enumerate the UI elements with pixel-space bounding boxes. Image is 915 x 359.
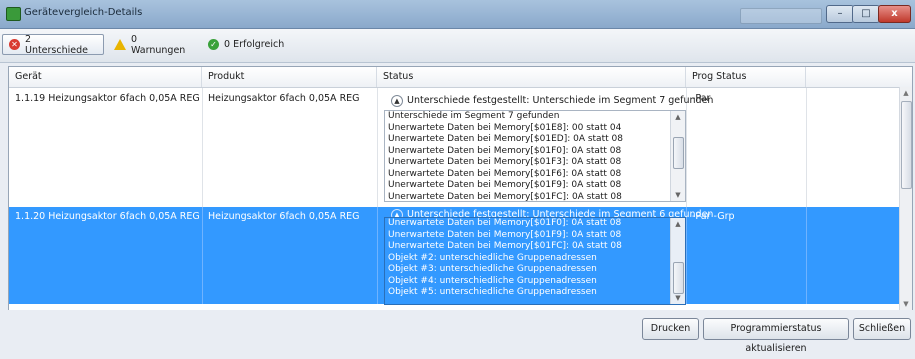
scroll-down-icon[interactable]: ▼ [900,300,912,308]
detail-line: Unerwartete Daten bei Memory[$01FC]: 0A … [388,191,622,202]
app-icon [6,7,21,21]
prog-status-cell: -Par -Grp [692,211,735,222]
filter-toolbar: ✕ 2 Unterschiede 0 Warnungen ✓ 0 Erfolgr… [0,29,915,63]
scroll-down-icon[interactable]: ▼ [671,294,685,302]
detail-line: Unerwartete Daten bei Memory[$01F9]: 0A … [388,180,622,190]
details-scrollbar[interactable]: ▲ ▼ [670,111,685,201]
scrollbar-thumb[interactable] [901,101,912,189]
background-window-tab [740,8,822,24]
table-row[interactable]: 1.1.19 Heizungsaktor 6fach 0,05A REG Hei… [9,88,900,208]
error-icon: ✕ [9,39,20,50]
print-button[interactable]: Drucken [642,318,699,340]
status-details-list[interactable]: Unterschiede im Segment 7 gefunden Unerw… [384,110,686,202]
detail-line: Unerwartete Daten bei Memory[$01ED]: 0A … [388,134,623,144]
filter-warnings-label: 0 Warnungen [131,33,186,56]
filter-differences-button[interactable]: ✕ 2 Unterschiede [2,33,104,56]
status-details-list[interactable]: Unerwartete Daten bei Memory[$01F0]: 0A … [384,217,686,305]
scroll-up-icon[interactable]: ▲ [900,89,912,97]
title-bar: Gerätevergleich-Details – □ x [0,0,915,29]
scrollbar-thumb[interactable] [673,137,684,169]
column-header-produkt[interactable]: Produkt [202,67,377,87]
scrollbar-thumb[interactable] [673,262,684,294]
status-text: Unterschiede festgestellt: Unterschiede … [407,95,714,106]
success-icon: ✓ [208,39,219,50]
device-cell: 1.1.20 Heizungsaktor 6fach 0,05A REG [15,211,200,222]
detail-line: Unerwartete Daten bei Memory[$01F9]: 0A … [388,229,622,240]
close-window-button[interactable]: x [878,5,911,23]
minimize-button[interactable]: – [826,5,854,23]
comparison-table: Gerät Produkt Status Prog Status Untersc… [8,66,913,311]
filter-success-button[interactable]: ✓ 0 Erfolgreich [202,34,292,55]
detail-line: Unerwartete Daten bei Memory[$01FC]: 0A … [388,241,622,251]
details-scrollbar[interactable]: ▲ ▼ [670,218,685,304]
button-bar: Drucken Programmierstatus aktualisieren … [0,310,915,354]
maximize-icon: □ [861,8,871,19]
filter-success-label: 0 Erfolgreich [224,39,285,50]
warning-icon [114,39,126,50]
table-scrollbar[interactable]: ▲ ▼ [899,87,912,310]
maximize-button[interactable]: □ [852,5,880,23]
detail-line: Unerwartete Daten bei Memory[$01F0]: 0A … [388,145,622,156]
detail-line: Objekt #2: unterschiedliche Gruppenadres… [388,252,597,263]
update-programming-status-button[interactable]: Programmierstatus aktualisieren [703,318,849,354]
table-header: Gerät Produkt Status Prog Status Untersc… [9,67,912,102]
scroll-up-icon[interactable]: ▲ [671,220,685,228]
detail-line: Objekt #5: unterschiedliche Gruppenadres… [388,287,597,297]
product-cell: Heizungsaktor 6fach 0,05A REG [208,211,360,222]
column-header-status[interactable]: Status [377,67,686,87]
collapse-chevron-icon[interactable]: ▲ [391,94,403,107]
detail-line: Unerwartete Daten bei Memory[$01F6]: 0A … [388,168,622,179]
scroll-up-icon[interactable]: ▲ [671,113,685,121]
table-row-selected[interactable]: 1.1.20 Heizungsaktor 6fach 0,05A REG Hei… [9,207,900,305]
scroll-down-icon[interactable]: ▼ [671,191,685,199]
detail-line: Unterschiede im Segment 7 gefunden [388,111,560,121]
detail-line: Unerwartete Daten bei Memory[$01F3]: 0A … [388,157,622,167]
close-icon: x [891,8,898,19]
detail-line: Objekt #4: unterschiedliche Gruppenadres… [388,275,597,286]
filter-differences-label: 2 Unterschiede [24,33,88,56]
column-header-prog-status[interactable]: Prog Status Unterschied [686,67,806,102]
status-cell: ▲ Unterschiede festgestellt: Unterschiede… [391,94,713,108]
column-header-geraet[interactable]: Gerät [9,67,202,87]
detail-line: Objekt #3: unterschiedliche Gruppenadres… [388,264,597,274]
prog-status-cell: -Par [692,93,711,104]
detail-line: Unerwartete Daten bei Memory[$01E8]: 00 … [388,122,622,133]
window-title: Gerätevergleich-Details [24,7,143,18]
detail-line: Unerwartete Daten bei Memory[$01F0]: 0A … [388,218,622,228]
minimize-icon: – [837,8,843,19]
filter-warnings-button[interactable]: 0 Warnungen [108,33,200,56]
close-button[interactable]: Schließen [853,318,911,340]
product-cell: Heizungsaktor 6fach 0,05A REG [208,93,360,104]
device-cell: 1.1.19 Heizungsaktor 6fach 0,05A REG [15,93,200,104]
